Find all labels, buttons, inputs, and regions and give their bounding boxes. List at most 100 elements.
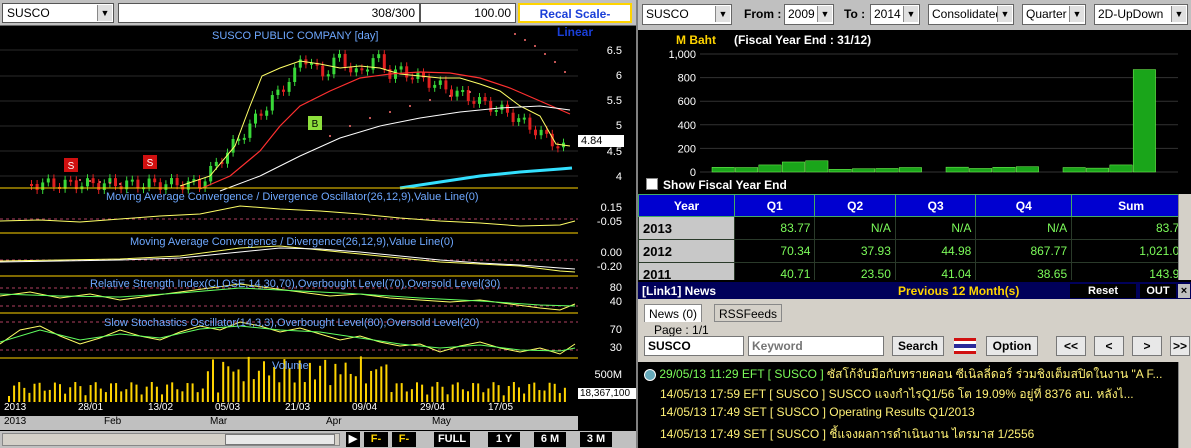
volume-bar bbox=[43, 390, 46, 402]
bar[interactable] bbox=[805, 160, 829, 173]
bar[interactable] bbox=[945, 166, 969, 173]
list-item[interactable]: 29/05/13 11:29 EFT [ SUSCO ] ซัสโก้จับมื… bbox=[644, 365, 1162, 384]
zoom-out-more-button[interactable]: F- bbox=[392, 432, 416, 447]
price-tick: 6.5 bbox=[606, 45, 622, 57]
table-cell: 143.90 bbox=[1071, 262, 1178, 280]
out-button[interactable]: OUT bbox=[1140, 284, 1176, 298]
search-button[interactable]: Search bbox=[892, 336, 944, 356]
bar[interactable] bbox=[758, 164, 782, 173]
range-1y-button[interactable]: 1 Y bbox=[488, 432, 520, 447]
list-item[interactable]: 14/05/13 17:49 SET [ SUSCO ] Operating R… bbox=[660, 405, 975, 419]
bar[interactable] bbox=[828, 169, 852, 173]
option-button[interactable]: Option bbox=[986, 336, 1038, 356]
financial-bar-chart[interactable]: 1,00080060040020000910111213091011121309… bbox=[638, 46, 1191, 190]
volume-bar bbox=[334, 363, 337, 402]
date-tick: 17/05 bbox=[488, 402, 514, 413]
sell-signal[interactable]: S bbox=[64, 158, 78, 172]
volume-bar bbox=[436, 382, 439, 402]
volume-bar bbox=[502, 395, 505, 402]
candle bbox=[276, 89, 280, 96]
next-page-button[interactable]: > bbox=[1132, 336, 1162, 356]
volume-bar bbox=[242, 381, 245, 402]
bar[interactable] bbox=[781, 161, 805, 173]
bar[interactable] bbox=[992, 167, 1016, 173]
to-year-select[interactable]: 2014 ▼ bbox=[870, 4, 920, 25]
language-flag-icon[interactable] bbox=[954, 338, 976, 354]
bar[interactable] bbox=[1109, 164, 1133, 173]
column-header[interactable]: Sum bbox=[1071, 194, 1178, 217]
fin-symbol-select[interactable]: SUSCO ▼ bbox=[642, 4, 732, 25]
stochastic-tick: 30 bbox=[609, 342, 622, 354]
statement-select[interactable]: Consolidated ▼ bbox=[928, 4, 1014, 25]
bar[interactable] bbox=[1015, 166, 1039, 173]
period-select[interactable]: Quarter ▼ bbox=[1022, 4, 1086, 25]
price-panel-title: SUSCO PUBLIC COMPANY [day] bbox=[212, 30, 379, 42]
table-row[interactable]: 2012 70.34 37.93 44.98 867.77 1,021.02 bbox=[638, 239, 1178, 263]
show-fiscal-checkbox[interactable] bbox=[646, 178, 658, 190]
bar[interactable] bbox=[852, 168, 876, 173]
range-full-button[interactable]: FULL bbox=[434, 432, 470, 447]
column-header[interactable]: Q1 bbox=[733, 194, 816, 217]
bar[interactable] bbox=[875, 168, 899, 173]
candle bbox=[410, 77, 414, 80]
bar[interactable] bbox=[1086, 167, 1110, 173]
tab-rssfeeds[interactable]: RSSFeeds bbox=[714, 304, 783, 322]
macd-signal-line bbox=[0, 247, 576, 270]
tab-news[interactable]: News (0) bbox=[644, 304, 703, 322]
candle bbox=[321, 65, 325, 77]
buy-signal-label: B bbox=[312, 119, 319, 130]
chevron-down-icon[interactable]: ▼ bbox=[997, 6, 1012, 22]
scrollbar-thumb[interactable] bbox=[225, 434, 335, 445]
volume-bar bbox=[370, 370, 373, 402]
table-scrollbar[interactable] bbox=[1178, 194, 1191, 280]
first-page-button[interactable]: << bbox=[1056, 336, 1086, 356]
bar[interactable] bbox=[898, 167, 922, 173]
list-item[interactable]: 14/05/13 17:49 SET [ SUSCO ] ชี้แจงผลการ… bbox=[660, 425, 1034, 444]
column-header[interactable]: Q4 bbox=[975, 194, 1073, 217]
from-year-select[interactable]: 2009 ▼ bbox=[784, 4, 834, 25]
candle bbox=[164, 184, 168, 190]
chevron-down-icon[interactable]: ▼ bbox=[715, 6, 730, 22]
news-symbol-input[interactable]: SUSCO bbox=[644, 336, 744, 356]
chart-scrollbar[interactable] bbox=[2, 433, 340, 446]
bar[interactable] bbox=[969, 168, 993, 173]
macd-oscillator-line bbox=[0, 205, 576, 227]
candle bbox=[63, 179, 67, 189]
table-row[interactable]: 2011 40.71 23.50 41.04 38.65 143.90 bbox=[638, 262, 1178, 280]
news-header-bar: [Link1] News Previous 12 Month(s) Reset … bbox=[638, 282, 1191, 299]
zoom-field[interactable]: 100.00 bbox=[420, 3, 516, 23]
bar[interactable] bbox=[735, 167, 759, 173]
chevron-down-icon[interactable]: ▼ bbox=[817, 6, 832, 22]
price-tick: 6 bbox=[615, 70, 622, 82]
view-select[interactable]: 2D-UpDown ▼ bbox=[1094, 4, 1188, 25]
range-6m-button[interactable]: 6 M bbox=[534, 432, 566, 447]
list-item[interactable]: 14/05/13 17:59 EFT [ SUSCO ] SUSCO แจงกำ… bbox=[660, 385, 1134, 404]
scroll-right-button[interactable]: ▶ bbox=[346, 432, 360, 447]
close-icon[interactable]: × bbox=[1178, 284, 1190, 298]
chevron-down-icon[interactable]: ▼ bbox=[903, 6, 918, 22]
recal-scale-button[interactable]: Recal Scale-Linear bbox=[518, 3, 632, 39]
chevron-down-icon[interactable]: ▼ bbox=[97, 5, 112, 21]
symbol-select[interactable]: SUSCO ▼ bbox=[2, 3, 114, 23]
bar[interactable] bbox=[711, 167, 735, 173]
column-header[interactable]: Year bbox=[638, 194, 735, 217]
chevron-down-icon[interactable]: ▼ bbox=[1069, 6, 1084, 22]
reset-button[interactable]: Reset bbox=[1070, 284, 1136, 298]
chevron-down-icon[interactable]: ▼ bbox=[1171, 6, 1186, 22]
prev-page-button[interactable]: < bbox=[1094, 336, 1124, 356]
candle bbox=[528, 117, 532, 130]
bar[interactable] bbox=[1062, 167, 1086, 173]
keyword-input[interactable] bbox=[748, 336, 884, 356]
chart-canvas[interactable]: S S B bbox=[0, 26, 578, 402]
zoom-out-button[interactable]: F- bbox=[364, 432, 388, 447]
last-page-button[interactable]: >> bbox=[1170, 336, 1190, 356]
news-scrollbar[interactable] bbox=[1178, 362, 1191, 448]
sell-signal[interactable]: S bbox=[143, 155, 157, 169]
column-header[interactable]: Q2 bbox=[814, 194, 896, 217]
range-3m-button[interactable]: 3 M bbox=[580, 432, 612, 447]
column-header[interactable]: Q3 bbox=[894, 194, 977, 217]
bar[interactable] bbox=[1132, 69, 1156, 173]
buy-signal[interactable]: B bbox=[308, 116, 322, 130]
volume-bar bbox=[359, 356, 362, 402]
table-row[interactable]: 2013 83.77 N/A N/A N/A 83.77 bbox=[638, 216, 1178, 240]
